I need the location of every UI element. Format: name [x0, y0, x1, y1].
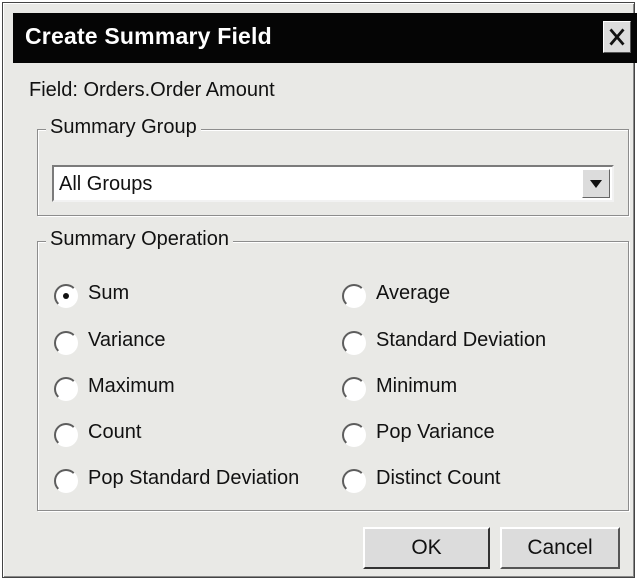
- radio-label-variance: Variance: [88, 329, 166, 351]
- radio-icon-pop-standard-deviation[interactable]: [54, 469, 78, 493]
- radio-icon-variance[interactable]: [54, 331, 78, 355]
- summary-group-selected-value: All Groups: [59, 173, 153, 195]
- radio-label-pop-variance: Pop Variance: [376, 421, 495, 443]
- create-summary-field-dialog: Create Summary Field Field: Orders.Order…: [2, 2, 637, 578]
- radio-label-count: Count: [88, 421, 142, 443]
- radio-selected-dot-icon: [63, 293, 69, 299]
- radio-label-distinct-count: Distinct Count: [376, 467, 501, 489]
- close-icon: [609, 28, 625, 46]
- summary-group-dropdown-button[interactable]: [582, 169, 610, 198]
- radio-label-sum: Sum: [88, 282, 130, 304]
- radio-label-average: Average: [376, 282, 451, 304]
- summary-operation-box: Summary Operation Sum Average Variance S…: [37, 228, 629, 511]
- ok-button[interactable]: OK: [363, 527, 490, 569]
- dialog-title: Create Summary Field: [25, 23, 272, 49]
- summary-operation-legend: Summary Operation: [46, 228, 233, 251]
- cancel-button[interactable]: Cancel: [500, 527, 620, 569]
- radio-icon-sum[interactable]: [54, 284, 78, 308]
- title-bar: Create Summary Field: [13, 13, 637, 63]
- radio-label-standard-deviation: Standard Deviation: [376, 329, 547, 351]
- radio-icon-count[interactable]: [54, 423, 78, 447]
- summary-group-box: Summary Group All Groups: [37, 116, 629, 216]
- radio-icon-minimum[interactable]: [342, 377, 366, 401]
- radio-icon-pop-variance[interactable]: [342, 423, 366, 447]
- radio-icon-average[interactable]: [342, 284, 366, 308]
- radio-icon-maximum[interactable]: [54, 377, 78, 401]
- chevron-down-icon: [590, 180, 602, 188]
- summary-group-legend: Summary Group: [46, 116, 201, 139]
- close-button[interactable]: [603, 21, 631, 53]
- summary-group-select[interactable]: All Groups: [52, 165, 614, 202]
- radio-label-pop-standard-deviation: Pop Standard Deviation: [88, 467, 300, 489]
- radio-label-maximum: Maximum: [88, 375, 175, 397]
- field-label: Field: Orders.Order Amount: [29, 79, 275, 101]
- radio-label-minimum: Minimum: [376, 375, 458, 397]
- radio-icon-standard-deviation[interactable]: [342, 331, 366, 355]
- radio-icon-distinct-count[interactable]: [342, 469, 366, 493]
